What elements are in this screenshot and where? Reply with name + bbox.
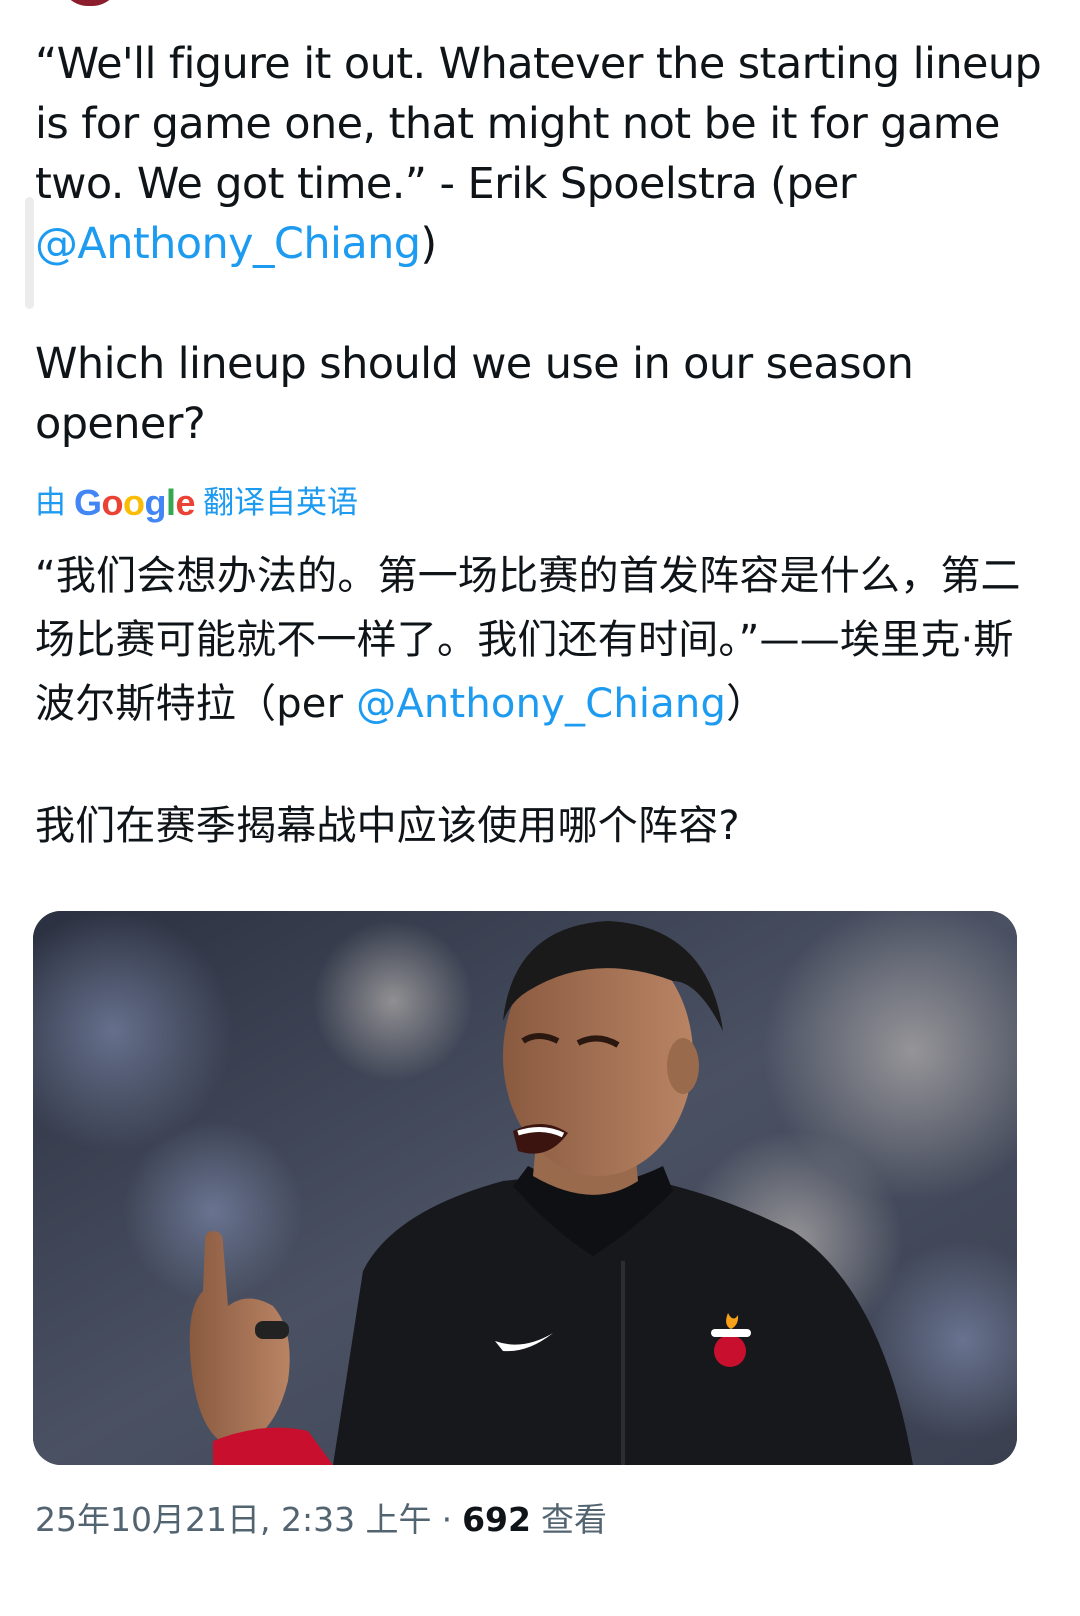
meta-separator: · xyxy=(441,1500,453,1539)
timestamp[interactable]: 25年10月21日, 2:33 上午 xyxy=(35,1496,432,1544)
avatar[interactable] xyxy=(60,0,120,6)
mention-link[interactable]: @Anthony_Chiang xyxy=(35,219,421,269)
tweet-photo[interactable] xyxy=(33,911,1017,1465)
tweet-quote-close: ) xyxy=(420,219,437,269)
tweet-body: “We'll figure it out. Whatever the start… xyxy=(35,34,1045,858)
translated-by-google[interactable]: 由 Google 翻译自英语 xyxy=(35,480,1045,526)
mention-link-zh[interactable]: @Anthony_Chiang xyxy=(356,681,726,727)
scroll-indicator xyxy=(25,197,34,309)
coach-photo-illustration xyxy=(33,911,1017,1465)
tweet-question-chinese: 我们在赛季揭幕战中应该使用哪个阵容? xyxy=(35,803,740,849)
view-count: 692 xyxy=(462,1500,531,1539)
translated-by-suffix: 翻译自英语 xyxy=(203,485,359,521)
tweet-text-english: “We'll figure it out. Whatever the start… xyxy=(35,34,1045,274)
tweet-text-chinese: “我们会想办法的。第一场比赛的首发阵容是什么，第二场比赛可能就不一样了。我们还有… xyxy=(35,544,1045,736)
tweet-quote: “We'll figure it out. Whatever the start… xyxy=(35,39,1042,209)
tweet-question-english: Which lineup should we use in our season… xyxy=(35,339,914,449)
ring xyxy=(255,1321,289,1339)
translated-by-prefix: 由 xyxy=(35,485,66,521)
view-label: 查看 xyxy=(540,1500,607,1539)
tweet-quote-close-zh: ） xyxy=(726,681,767,727)
tweet-translation-chinese: “我们会想办法的。第一场比赛的首发阵容是什么，第二场比赛可能就不一样了。我们还有… xyxy=(35,544,1045,858)
tweet-meta: 25年10月21日, 2:33 上午 · 692 查看 xyxy=(35,1496,607,1544)
google-logo: Google xyxy=(74,482,196,523)
